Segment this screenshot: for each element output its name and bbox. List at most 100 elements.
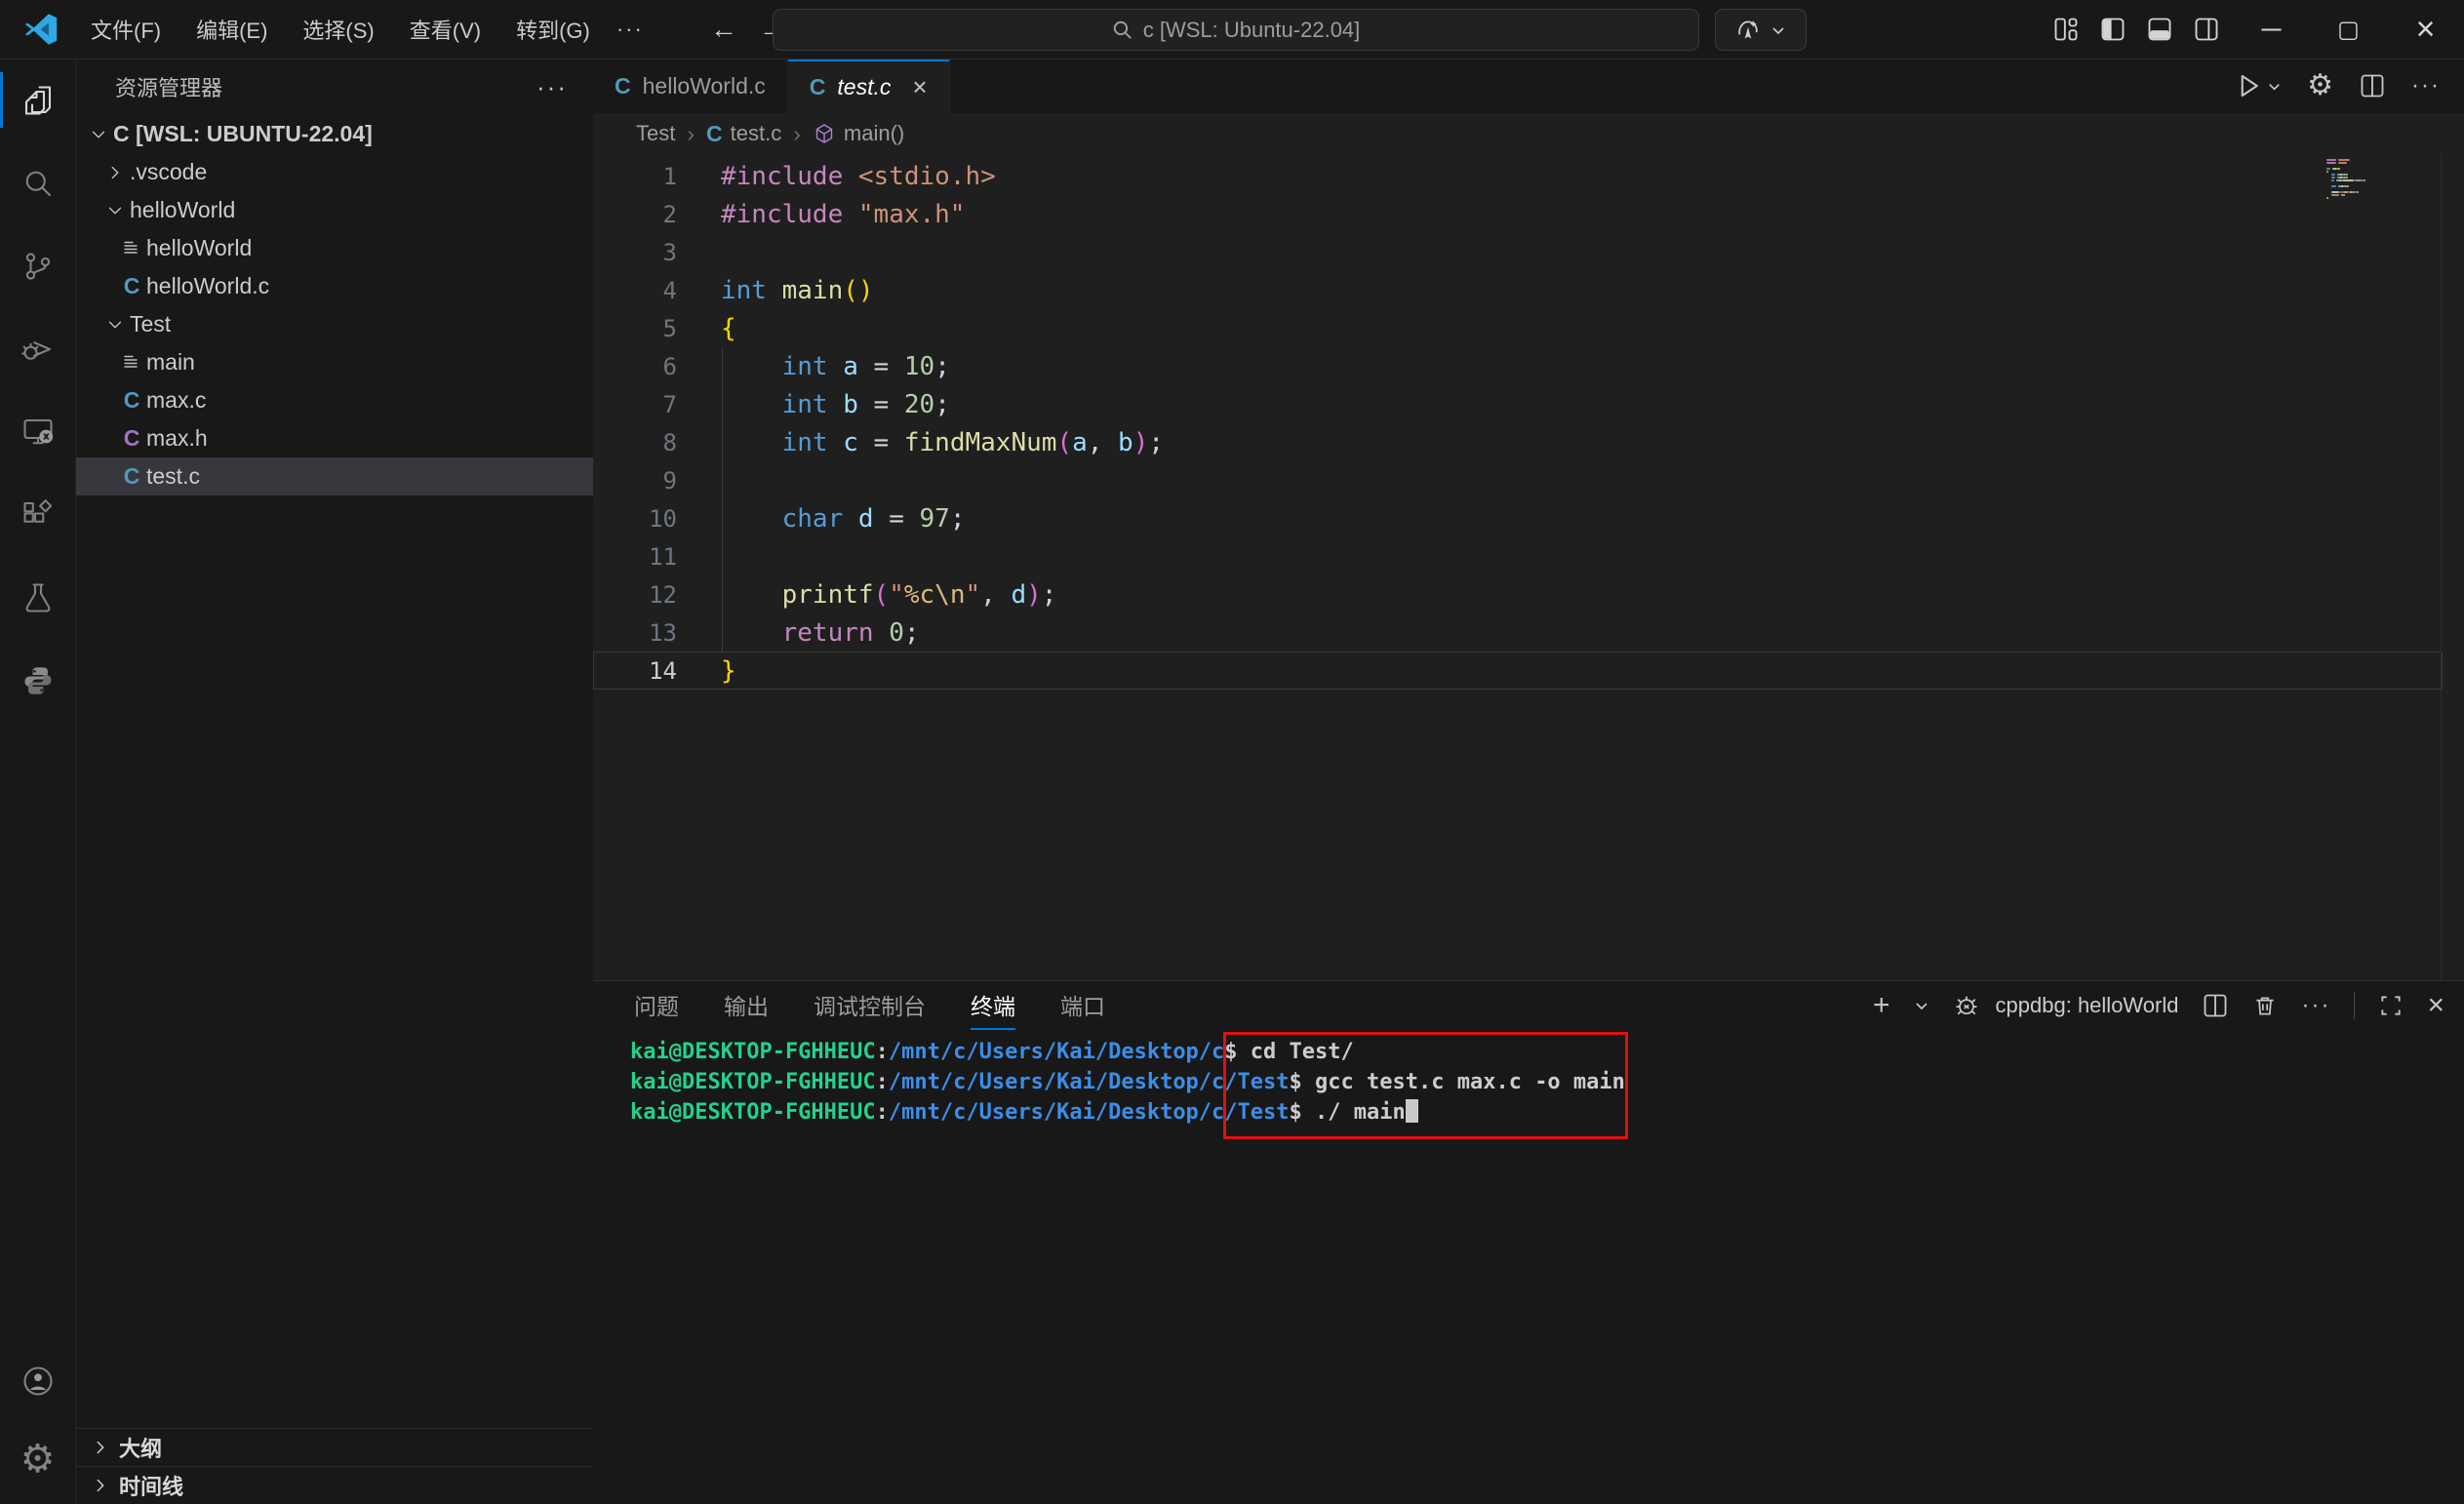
kill-terminal-trash-icon[interactable] — [2252, 993, 2278, 1018]
c-file-icon: C — [810, 74, 826, 100]
menu-edit[interactable]: 编辑(E) — [181, 7, 282, 52]
activity-bar-bottom: ⚙ — [0, 1342, 75, 1504]
line-number: 5 — [593, 315, 677, 342]
c-file-icon: C — [706, 121, 723, 147]
bottom-panel: 问题输出调试控制台终端端口 + cppdbg: helloWorld — [593, 980, 2464, 1504]
debug-session-label[interactable]: cppdbg: helloWorld — [1996, 993, 2179, 1018]
tab-helloWorld.c[interactable]: ChelloWorld.c — [593, 59, 788, 113]
menu-goto[interactable]: 转到(G) — [501, 7, 605, 52]
panel-tab-端口[interactable]: 端口 — [1060, 981, 1105, 1030]
tree-item-test[interactable]: Test — [76, 305, 593, 343]
code-line-5[interactable]: 5{ — [593, 309, 2464, 347]
minimize-button[interactable]: ─ — [2233, 0, 2310, 59]
tree-item-helloworld[interactable]: helloWorld — [76, 229, 593, 267]
code-line-6[interactable]: 6 int a = 10; — [593, 347, 2464, 385]
command-center-search[interactable]: c [WSL: Ubuntu-22.04] — [773, 9, 1699, 51]
panel-tab-终端[interactable]: 终端 — [971, 981, 1015, 1030]
c-header-file-icon: C — [117, 425, 146, 452]
tree-item-test.c[interactable]: Ctest.c — [76, 457, 593, 495]
split-panel-icon[interactable] — [2202, 992, 2229, 1019]
code-line-12[interactable]: 12 printf("%c\n", d); — [593, 575, 2464, 613]
code-line-11[interactable]: 11 — [593, 537, 2464, 575]
chevron-down-icon — [84, 124, 113, 145]
sidebar-title: 资源管理器 — [115, 71, 222, 102]
line-number: 9 — [593, 467, 677, 495]
panel-tab-问题[interactable]: 问题 — [634, 981, 679, 1030]
menu-bar: 文件(F)编辑(E)选择(S)查看(V)转到(G) — [76, 7, 605, 52]
close-tab-icon[interactable]: × — [912, 72, 927, 102]
new-terminal-button[interactable]: + — [1873, 991, 1890, 1020]
tree-item-helloworld[interactable]: helloWorld — [76, 191, 593, 229]
tree-item-max.h[interactable]: Cmax.h — [76, 419, 593, 457]
code-line-13[interactable]: 13 return 0; — [593, 613, 2464, 652]
code-line-2[interactable]: 2#include "max.h" — [593, 195, 2464, 233]
menu-view[interactable]: 查看(V) — [395, 7, 496, 52]
code-line-7[interactable]: 7 int b = 20; — [593, 385, 2464, 423]
run-button[interactable] — [2234, 71, 2282, 100]
title-bar: 文件(F)编辑(E)选择(S)查看(V)转到(G) ··· ← → c [WSL… — [0, 0, 2464, 59]
minimap[interactable] — [2326, 158, 2365, 199]
more-actions-icon[interactable]: ··· — [2411, 72, 2441, 99]
tree-item-main[interactable]: main — [76, 343, 593, 381]
menu-file[interactable]: 文件(F) — [76, 7, 176, 52]
section-大纲[interactable]: 大纲 — [76, 1428, 593, 1466]
activity-search-icon[interactable] — [0, 141, 75, 224]
line-number: 2 — [593, 201, 677, 228]
tree-item-max.c[interactable]: Cmax.c — [76, 381, 593, 419]
activity-extensions-icon[interactable] — [0, 473, 75, 556]
terminal-line: kai@DESKTOP-FGHHEUC:/mnt/c/Users/Kai/Des… — [630, 1067, 2464, 1097]
breadcrumb: Test›Ctest.c›main() — [593, 113, 2464, 154]
code-line-10[interactable]: 10 char d = 97; — [593, 499, 2464, 537]
breadcrumb-Test[interactable]: Test — [636, 121, 675, 146]
tree-item-helloworld.c[interactable]: ChelloWorld.c — [76, 267, 593, 305]
close-button[interactable]: × — [2387, 0, 2464, 59]
copilot-button[interactable] — [1715, 9, 1807, 51]
toggle-sidebar-icon[interactable] — [2099, 16, 2126, 43]
maximize-button[interactable]: ▢ — [2310, 0, 2387, 59]
breadcrumb-test.c[interactable]: Ctest.c — [706, 121, 781, 147]
customize-layout-icon[interactable] — [2052, 16, 2080, 43]
activity-run-debug-icon[interactable] — [0, 307, 75, 390]
code-editor[interactable]: 1#include <stdio.h>2#include "max.h"34in… — [593, 154, 2464, 980]
settings-gear-icon[interactable]: ⚙ — [2307, 71, 2333, 100]
tree-item-c-wsl-ubuntu-22.04-[interactable]: C [WSL: UBUNTU-22.04] — [76, 115, 593, 153]
file-tree: C [WSL: UBUNTU-22.04].vscodehelloWorldhe… — [76, 115, 593, 495]
vscode-window: 文件(F)编辑(E)选择(S)查看(V)转到(G) ··· ← → c [WSL… — [0, 0, 2464, 1504]
terminal[interactable]: kai@DESKTOP-FGHHEUC:/mnt/c/Users/Kai/Des… — [593, 1030, 2464, 1504]
maximize-panel-icon[interactable] — [2378, 993, 2404, 1018]
terminal-dropdown-icon[interactable] — [1914, 998, 1929, 1013]
sidebar-bottom-sections: 大纲时间线 — [76, 1428, 593, 1504]
breadcrumb-main[interactable]: main() — [813, 121, 904, 146]
code-line-14[interactable]: 14} — [593, 652, 2464, 690]
section-时间线[interactable]: 时间线 — [76, 1466, 593, 1504]
activity-python-icon[interactable] — [0, 639, 75, 722]
settings-gear-icon[interactable]: ⚙ — [0, 1420, 75, 1498]
toggle-panel-icon[interactable] — [2146, 16, 2173, 43]
toggle-secondary-sidebar-icon[interactable] — [2193, 16, 2220, 43]
line-number: 13 — [593, 619, 677, 647]
menu-selection[interactable]: 选择(S) — [288, 7, 388, 52]
panel-more-actions-icon[interactable]: ··· — [2301, 992, 2330, 1019]
explorer-more-actions-icon[interactable]: ··· — [537, 72, 568, 102]
menu-overflow-button[interactable]: ··· — [605, 10, 656, 49]
split-editor-icon[interactable] — [2359, 72, 2386, 99]
back-arrow-icon[interactable]: ← — [710, 14, 737, 45]
code-line-1[interactable]: 1#include <stdio.h> — [593, 157, 2464, 195]
c-file-icon: C — [117, 463, 146, 490]
activity-source-control-icon[interactable] — [0, 224, 75, 307]
activity-remote-explorer-icon[interactable] — [0, 390, 75, 473]
panel-tab-调试控制台[interactable]: 调试控制台 — [814, 981, 926, 1030]
close-panel-icon[interactable]: × — [2427, 991, 2444, 1020]
code-line-4[interactable]: 4int main() — [593, 271, 2464, 309]
code-line-9[interactable]: 9 — [593, 461, 2464, 499]
account-icon[interactable] — [0, 1342, 75, 1420]
explorer-sidebar: 资源管理器 ··· C [WSL: UBUNTU-22.04].vscodehe… — [76, 59, 593, 1504]
code-line-8[interactable]: 8 int c = findMaxNum(a, b); — [593, 423, 2464, 461]
tree-item-.vscode[interactable]: .vscode — [76, 153, 593, 191]
activity-explorer-icon[interactable] — [0, 59, 75, 141]
activity-testing-icon[interactable] — [0, 556, 75, 639]
window-controls: ─ ▢ × — [2233, 0, 2464, 59]
panel-tab-输出[interactable]: 输出 — [724, 981, 769, 1030]
tab-test.c[interactable]: Ctest.c× — [788, 59, 950, 113]
code-line-3[interactable]: 3 — [593, 233, 2464, 271]
